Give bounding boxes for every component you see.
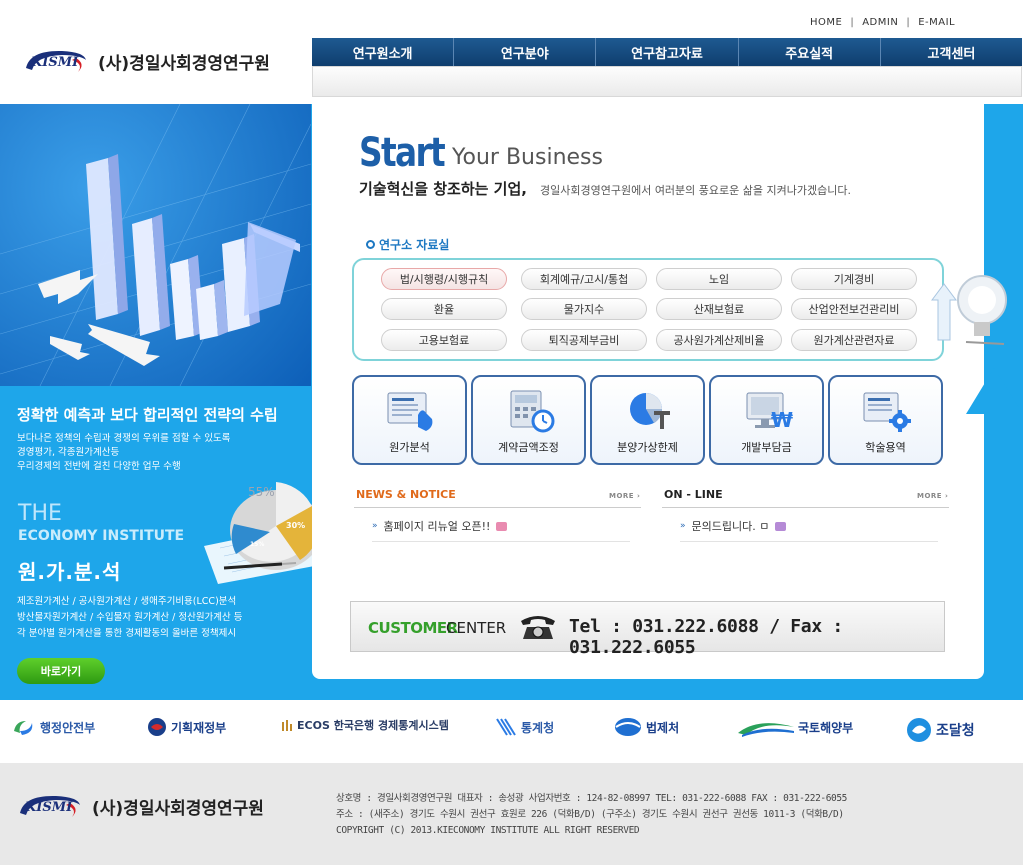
partner-mltm[interactable]: 국토해양부 [738,717,853,737]
side-headline: 정확한 예측과 보다 합리적인 전략의 수립 [17,406,278,424]
moleg-logo-icon [615,718,641,736]
service-contract-adjust[interactable]: 계약금액조정 [471,375,586,465]
center-label: CENTER [446,619,507,637]
online-post-divider [680,541,938,542]
kismi-logo-mark: KISMI [22,46,90,76]
news-post-divider [372,541,630,542]
ref-retirement[interactable]: 퇴직공제부금비 [521,329,647,351]
email-link[interactable]: E-MAIL [918,17,955,28]
ref-price-index[interactable]: 물가지수 [521,298,647,320]
sub-nav-bar [312,66,1022,97]
home-link[interactable]: HOME [810,17,842,28]
tagline-sub: 경일사회경영연구원에서 여러분의 풍요로운 삶을 지켜나가겠습니다. [540,184,851,197]
nav-references[interactable]: 연구참고자료 [596,38,739,66]
service-development-charge[interactable]: ₩ 개발부담금 [709,375,824,465]
new-badge-icon [496,521,508,531]
arrow-bullet-icon: » [372,521,378,531]
lock-badge-icon [775,521,787,531]
tagline: 기술혁신을 창조하는 기업, [359,180,527,198]
reference-section-title: 연구소 자료실 [366,236,449,253]
divider: | [906,17,911,28]
telephone-icon [521,616,555,639]
go-button[interactable]: 바로가기 [17,658,105,684]
partner-moleg[interactable]: 법제처 [614,717,679,737]
customer-label: CUSTOMER [368,619,458,637]
online-more-link[interactable]: MORE › [917,492,948,500]
ref-safety-cost[interactable]: 산업안전보건관리비 [791,298,917,320]
up-arrow-icon [966,368,1023,700]
ref-wage[interactable]: 노임 [656,268,782,290]
your-business-heading: Your Business [452,145,603,170]
svg-text:₩: ₩ [771,408,793,432]
pie-label-55: 55% [248,485,275,499]
ref-employment-insurance[interactable]: 고용보험료 [381,329,507,351]
news-post[interactable]: » 홈페이지 리뉴얼 오픈!! [372,518,508,534]
partner-mois[interactable]: 행정안전부 [12,717,95,737]
online-post[interactable]: » 문의드립니다. ㅁ [680,518,787,534]
ref-construction-ratio[interactable]: 공사원가계산제비율 [656,329,782,351]
ref-law[interactable]: 법/시행령/시행규칙 [381,268,507,290]
news-more-link[interactable]: MORE › [609,492,640,500]
company-info: 상호명 : 경일사회경영연구원 대표자 : 송성광 사업자번호 : 124-82… [336,793,847,836]
cost-analysis-description: 제조원가계산 / 공사원가계산 / 생애주기비용(LCC)분석 방산물자원가계산… [17,596,243,639]
mois-logo-icon [14,721,33,735]
bank-of-korea-icon [282,720,292,731]
pie-chart-icon [630,393,670,429]
service-academic[interactable]: 학술용역 [828,375,943,465]
circle-bullet-icon [366,240,375,249]
contact-numbers: Tel : 031.222.6088 / Fax : 031.222.6055 [569,616,843,658]
pie-label-15: 15% [250,541,264,548]
nav-achievements[interactable]: 주요실적 [739,38,881,66]
start-heading: Start [359,130,446,176]
cost-analysis-heading: 원.가.분.석 [18,560,122,584]
online-divider [662,507,949,508]
org-name: (사)경일사회경영연구원 [98,53,270,74]
statistics-logo-icon [496,718,516,736]
partner-pps[interactable]: 조달청 [906,717,975,743]
nav-research[interactable]: 연구분야 [454,38,597,66]
economy-heading: ECONOMY INSTITUTE [18,528,185,544]
hero-bar-chart-image [0,104,311,386]
partner-ecos[interactable]: ECOS 한국은행 경제통계시스템 [281,717,449,733]
mosf-logo-icon [148,718,166,736]
partner-mosf[interactable]: 기획재정부 [147,717,226,737]
side-description: 보다나은 정책의 수립과 경쟁의 우위를 점할 수 있도록 경영평가, 각종원가… [17,433,231,472]
site-logo[interactable]: KISMI (사)경일사회경영연구원 [22,46,270,76]
service-cost-analysis[interactable]: 원가분석 [352,375,467,465]
document-hand-icon [387,392,433,431]
news-divider [354,507,641,508]
footer-logo: KISMI (사)경일사회경영연구원 [16,791,264,821]
admin-link[interactable]: ADMIN [862,17,898,28]
pie-label-30: 30% [286,521,305,530]
kismi-logo-mark: KISMI [16,791,84,821]
service-price-cap[interactable]: 분양가상한제 [590,375,705,465]
ref-exchange-rate[interactable]: 환율 [381,298,507,320]
ref-cost-data[interactable]: 원가계산관련자료 [791,329,917,351]
main-nav: 연구원소개 연구분야 연구참고자료 주요실적 고객센터 [312,38,1022,66]
pps-logo-icon [907,718,931,742]
online-title[interactable]: ON - LINE [664,488,723,501]
nav-customer-center[interactable]: 고객센터 [881,38,1022,66]
top-links: HOME | ADMIN | E-MAIL [810,17,955,28]
lightbulb-icon [931,275,1007,345]
monitor-won-icon: ₩ [746,392,793,432]
nav-about[interactable]: 연구원소개 [312,38,455,66]
ref-industrial-insurance[interactable]: 산재보험료 [656,298,782,320]
partner-statistics[interactable]: 통계청 [495,717,554,737]
mltm-logo-icon [738,723,794,737]
divider: | [850,17,855,28]
customer-center-bar: CUSTOMER CENTER Tel : 031.222.6088 / Fax… [350,601,945,658]
org-name: (사)경일사회경영연구원 [92,798,264,819]
arrow-bullet-icon: » [680,521,686,531]
document-gear-icon [863,392,911,432]
calculator-clock-icon [510,390,555,433]
the-heading: THE [18,501,62,526]
ref-machine-cost[interactable]: 기계경비 [791,268,917,290]
news-title[interactable]: NEWS & NOTICE [356,488,456,501]
ref-accounting[interactable]: 회계예규/고시/통첩 [521,268,647,290]
